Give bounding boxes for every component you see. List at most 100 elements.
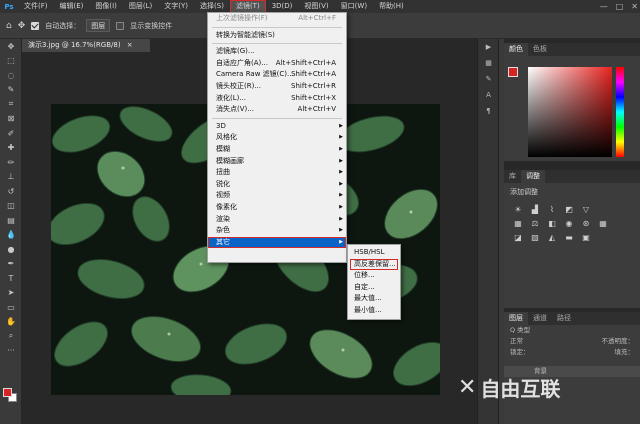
maximize-icon[interactable]: □: [616, 0, 624, 13]
gradient-map-icon[interactable]: ▬: [563, 232, 575, 242]
submenu-item[interactable]: 位移...: [348, 270, 400, 282]
home-icon[interactable]: ⌂: [6, 21, 12, 31]
layer-filter-kind[interactable]: Q 类型: [504, 325, 640, 336]
menu-type[interactable]: 文字(Y): [158, 0, 194, 13]
hue-sat-icon[interactable]: ▦: [512, 218, 524, 228]
character-panel-icon[interactable]: A: [478, 87, 499, 103]
filter-menu-item[interactable]: 滤镜库(G)...: [208, 46, 346, 58]
type-tool-icon[interactable]: T: [0, 271, 22, 286]
fill-label: 填充：: [614, 348, 635, 356]
blend-mode-select[interactable]: 正常: [510, 336, 523, 347]
brightness-icon[interactable]: ☀: [512, 204, 524, 214]
brush-tool-icon[interactable]: ✏: [0, 155, 22, 170]
foreground-color-swatch[interactable]: [3, 388, 12, 397]
tab-libraries[interactable]: 库: [504, 170, 521, 183]
filter-menu-item[interactable]: 模糊画廊 ▶: [208, 156, 346, 168]
color-picker-field[interactable]: [528, 67, 612, 157]
color-lookup-icon[interactable]: ▦: [597, 218, 609, 228]
marquee-tool-icon[interactable]: ⬚: [0, 54, 22, 69]
paragraph-panel-icon[interactable]: ¶: [478, 103, 499, 119]
fg-color-chip[interactable]: [508, 67, 518, 77]
frame-tool-icon[interactable]: ⊠: [0, 112, 22, 127]
filter-menu-item[interactable]: 扭曲 ▶: [208, 167, 346, 179]
lasso-tool-icon[interactable]: ◌: [0, 68, 22, 83]
filter-menu-item[interactable]: 风格化 ▶: [208, 132, 346, 144]
filter-menu-item[interactable]: 镜头校正(R)... Shift+Ctrl+R: [208, 81, 346, 93]
menu-file[interactable]: 文件(F): [18, 0, 54, 13]
hue-slider[interactable]: [616, 67, 624, 157]
close-window-icon[interactable]: ✕: [631, 0, 638, 13]
filter-menu-item[interactable]: 其它 ▶: [208, 236, 346, 249]
brush-panel-icon[interactable]: ✎: [478, 71, 499, 87]
filter-menu-item[interactable]: Camera Raw 滤镜(C)... Shift+Ctrl+A: [208, 69, 346, 81]
gradient-tool-icon[interactable]: ▤: [0, 213, 22, 228]
zoom-tool-icon[interactable]: ⌕: [0, 329, 22, 344]
tab-paths[interactable]: 路径: [552, 312, 576, 325]
levels-icon[interactable]: ▟: [529, 204, 541, 214]
filter-menu-item[interactable]: 视频 ▶: [208, 190, 346, 202]
eraser-tool-icon[interactable]: ◫: [0, 199, 22, 214]
photo-filter-icon[interactable]: ◉: [563, 218, 575, 228]
tab-color[interactable]: 颜色: [504, 43, 528, 56]
hand-tool-icon[interactable]: ✋: [0, 315, 22, 330]
exposure-icon[interactable]: ◩: [563, 204, 575, 214]
submenu-item[interactable]: 最小值...: [348, 305, 400, 317]
filter-menu-item[interactable]: 转换为智能滤镜(S): [208, 30, 346, 42]
properties-panel-icon[interactable]: ▦: [478, 55, 499, 71]
submenu-item[interactable]: 高反差保留...: [350, 258, 398, 271]
submenu-item[interactable]: HSB/HSL: [348, 247, 400, 259]
filter-menu-item[interactable]: 像素化 ▶: [208, 202, 346, 214]
curves-icon[interactable]: ⌇: [546, 204, 558, 214]
auto-select-dropdown[interactable]: 图层: [86, 19, 111, 32]
eyedropper-tool-icon[interactable]: ✐: [0, 126, 22, 141]
filter-menu-item[interactable]: 液化(L)... Shift+Ctrl+X: [208, 93, 346, 105]
auto-select-checkbox[interactable]: [31, 21, 40, 30]
menu-edit[interactable]: 编辑(E): [54, 0, 90, 13]
tab-adjustments[interactable]: 调整: [521, 170, 545, 183]
posterize-icon[interactable]: ▨: [529, 232, 541, 242]
vibrance-icon[interactable]: ▽: [580, 204, 592, 214]
clone-stamp-tool-icon[interactable]: ⊥: [0, 170, 22, 185]
blur-tool-icon[interactable]: 💧: [0, 228, 22, 243]
filter-menu-item[interactable]: 渲染 ▶: [208, 214, 346, 226]
show-transform-checkbox[interactable]: [116, 21, 125, 30]
threshold-icon[interactable]: ◭: [546, 232, 558, 242]
more-tools-icon[interactable]: ···: [0, 344, 22, 359]
menu-layer[interactable]: 图层(L): [123, 0, 158, 13]
tab-channels[interactable]: 通道: [528, 312, 552, 325]
submenu-item[interactable]: 最大值...: [348, 293, 400, 305]
minimize-icon[interactable]: —: [600, 0, 608, 13]
menu-image[interactable]: 图像(I): [89, 0, 123, 13]
color-balance-icon[interactable]: ⚖: [529, 218, 541, 228]
healing-brush-tool-icon[interactable]: ✚: [0, 141, 22, 156]
black-white-icon[interactable]: ◧: [546, 218, 558, 228]
path-select-tool-icon[interactable]: ➤: [0, 286, 22, 301]
submenu-item[interactable]: 自定...: [348, 282, 400, 294]
quick-select-tool-icon[interactable]: ✎: [0, 83, 22, 98]
rectangle-tool-icon[interactable]: ▭: [0, 300, 22, 315]
pen-tool-icon[interactable]: ✒: [0, 257, 22, 272]
filter-menu-item[interactable]: 模糊 ▶: [208, 144, 346, 156]
color-panel: 颜色 色板: [504, 43, 640, 161]
filter-menu-item[interactable]: 杂色 ▶: [208, 225, 346, 237]
move-tool-icon[interactable]: ✥: [0, 39, 22, 54]
document-tab[interactable]: 演示3.jpg @ 16.7%(RGB/8) ×: [22, 39, 150, 52]
menu-help[interactable]: 帮助(H): [373, 0, 410, 13]
filter-menu-item[interactable]: 3D ▶: [208, 121, 346, 133]
close-document-icon[interactable]: ×: [127, 41, 133, 49]
menu-item-shortcut: Alt+Ctrl+V: [297, 105, 336, 114]
history-brush-tool-icon[interactable]: ↺: [0, 184, 22, 199]
history-panel-icon[interactable]: ▶: [478, 39, 499, 55]
crop-tool-icon[interactable]: ⌗: [0, 97, 22, 112]
tab-swatches[interactable]: 色板: [528, 43, 552, 56]
invert-icon[interactable]: ◪: [512, 232, 524, 242]
filter-menu-item[interactable]: 自适应广角(A)... Alt+Shift+Ctrl+A: [208, 58, 346, 70]
filter-menu-item[interactable]: 上次滤镜操作(F) Alt+Ctrl+F: [208, 13, 346, 25]
tab-layers[interactable]: 图层: [504, 312, 528, 325]
move-tool-icon[interactable]: ✥: [18, 21, 26, 31]
filter-menu-item[interactable]: 锐化 ▶: [208, 179, 346, 191]
filter-menu-item[interactable]: 消失点(V)... Alt+Ctrl+V: [208, 104, 346, 116]
dodge-tool-icon[interactable]: ●: [0, 242, 22, 257]
selective-color-icon[interactable]: ▣: [580, 232, 592, 242]
channel-mixer-icon[interactable]: ⊛: [580, 218, 592, 228]
